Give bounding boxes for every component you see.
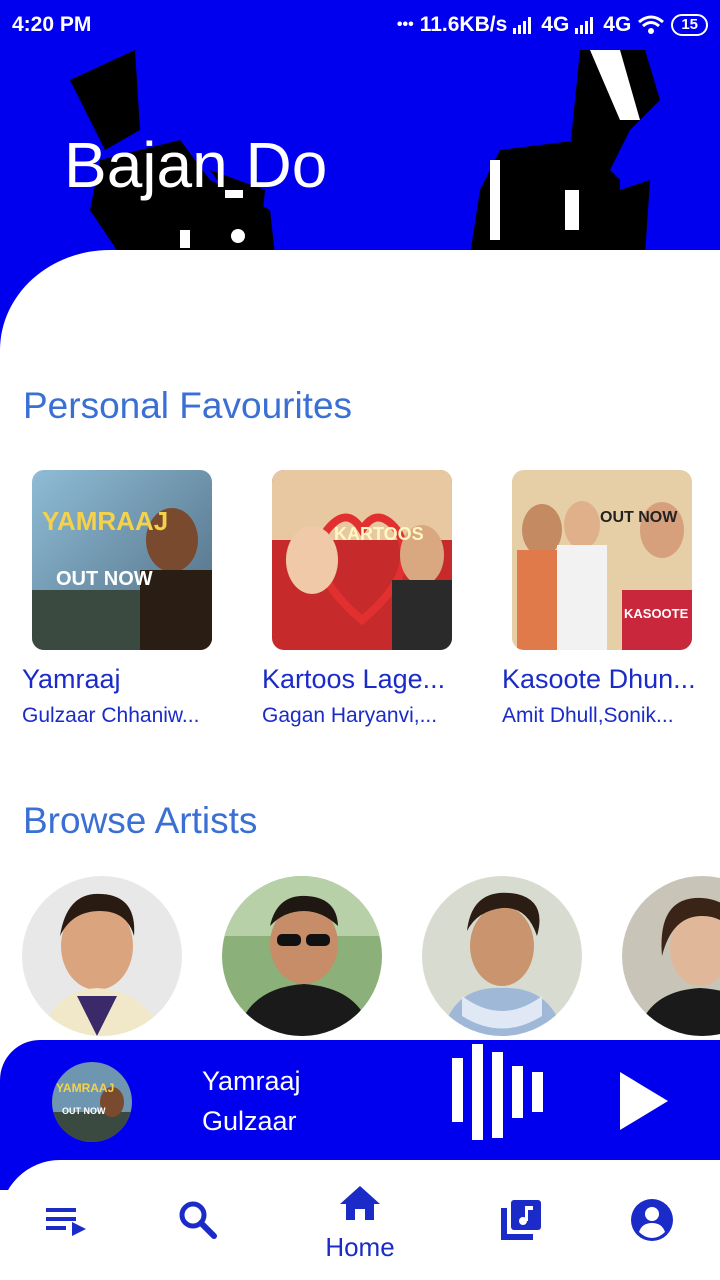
app-title: Bajan Do [64, 129, 328, 201]
song-art-1-title: YAMRAAJ [42, 506, 168, 536]
now-playing-thumbnail[interactable]: YAMRAAJ OUT NOW [52, 1062, 132, 1142]
song-art-3[interactable]: OUT NOW KASOOTE DHUNGE [512, 470, 692, 650]
song-card-3[interactable]: OUT NOW KASOOTE DHUNGE Kasoote Dhun... A… [502, 470, 720, 728]
artists-title: Browse Artists [23, 800, 258, 841]
favourites-title: Personal Favourites [23, 385, 353, 426]
song-art-2[interactable]: KARTOOS [272, 470, 452, 650]
song-art-2-title: KARTOOS [334, 524, 424, 544]
song-art-3-title: KASOOTE DHUNGE [624, 606, 692, 621]
signal-icon-2 [575, 17, 594, 34]
content-curve [0, 250, 720, 390]
song-title-2: Kartoos Lage... [262, 664, 446, 694]
song-card-2[interactable]: KARTOOS Kartoos Lage... Gagan Haryanvi,.… [262, 470, 482, 728]
audio-visualizer-icon [452, 1044, 543, 1140]
song-title-3: Kasoote Dhun... [502, 664, 696, 694]
song-artist-1: Gulzaar Chhaniw... [22, 704, 200, 727]
nav-home[interactable]: Home [315, 1160, 405, 1280]
queue-music-icon [46, 1208, 86, 1236]
nav-profile[interactable] [606, 1160, 696, 1280]
status-indicators: ••• 11.6KB/s 4G 4G 15 [397, 13, 708, 37]
battery-icon: 15 [671, 14, 708, 36]
notification-dots: ••• [396, 16, 414, 33]
status-bar: 4:20 PM ••• 11.6KB/s 4G 4G 15 [0, 0, 720, 50]
nav-queue[interactable] [22, 1160, 112, 1280]
play-button[interactable] [612, 1068, 672, 1134]
signal-icon [513, 17, 532, 34]
song-title-1: Yamraaj [22, 664, 121, 694]
artist-avatar-1[interactable] [22, 876, 182, 1036]
now-playing-title: Yamraaj [202, 1066, 301, 1096]
thumb-subtitle: OUT NOW [62, 1106, 106, 1116]
song-artist-2: Gagan Haryanvi,... [262, 704, 438, 727]
nav-search[interactable] [152, 1160, 242, 1280]
nav-library[interactable] [475, 1160, 565, 1280]
status-time: 4:20 PM [12, 13, 92, 36]
song-art-1-subtitle: OUT NOW [56, 568, 153, 590]
nav-home-label: Home [325, 1232, 395, 1262]
bottom-navigation: Home [0, 1160, 720, 1280]
song-art-3-subtitle: OUT NOW [600, 509, 678, 526]
song-artist-3: Amit Dhull,Sonik... [502, 704, 674, 727]
network-speed: 11.6KB/s [419, 13, 508, 36]
artist-avatar-4[interactable] [622, 876, 720, 1036]
artist-avatar-2[interactable] [222, 876, 382, 1036]
network-type-1: 4G [541, 13, 570, 36]
library-music-icon [501, 1200, 541, 1240]
account-circle-icon [631, 1199, 673, 1241]
now-playing-artist: Gulzaar [202, 1106, 297, 1136]
wifi-icon [638, 15, 665, 34]
thumb-title: YAMRAAJ [56, 1081, 114, 1095]
home-icon [340, 1186, 380, 1220]
headphone-silhouette-right [470, 50, 660, 255]
song-art-1[interactable]: YAMRAAJ OUT NOW [32, 470, 212, 650]
artist-avatar-3[interactable] [422, 876, 582, 1036]
app-screen: Bajan Do 4:20 PM ••• 11.6KB/s 4G 4G 15 P… [0, 0, 720, 1280]
search-icon [179, 1201, 217, 1239]
network-type-2: 4G [603, 13, 632, 36]
song-card-1[interactable]: YAMRAAJ OUT NOW Yamraaj Gulzaar Chhaniw.… [22, 470, 242, 728]
